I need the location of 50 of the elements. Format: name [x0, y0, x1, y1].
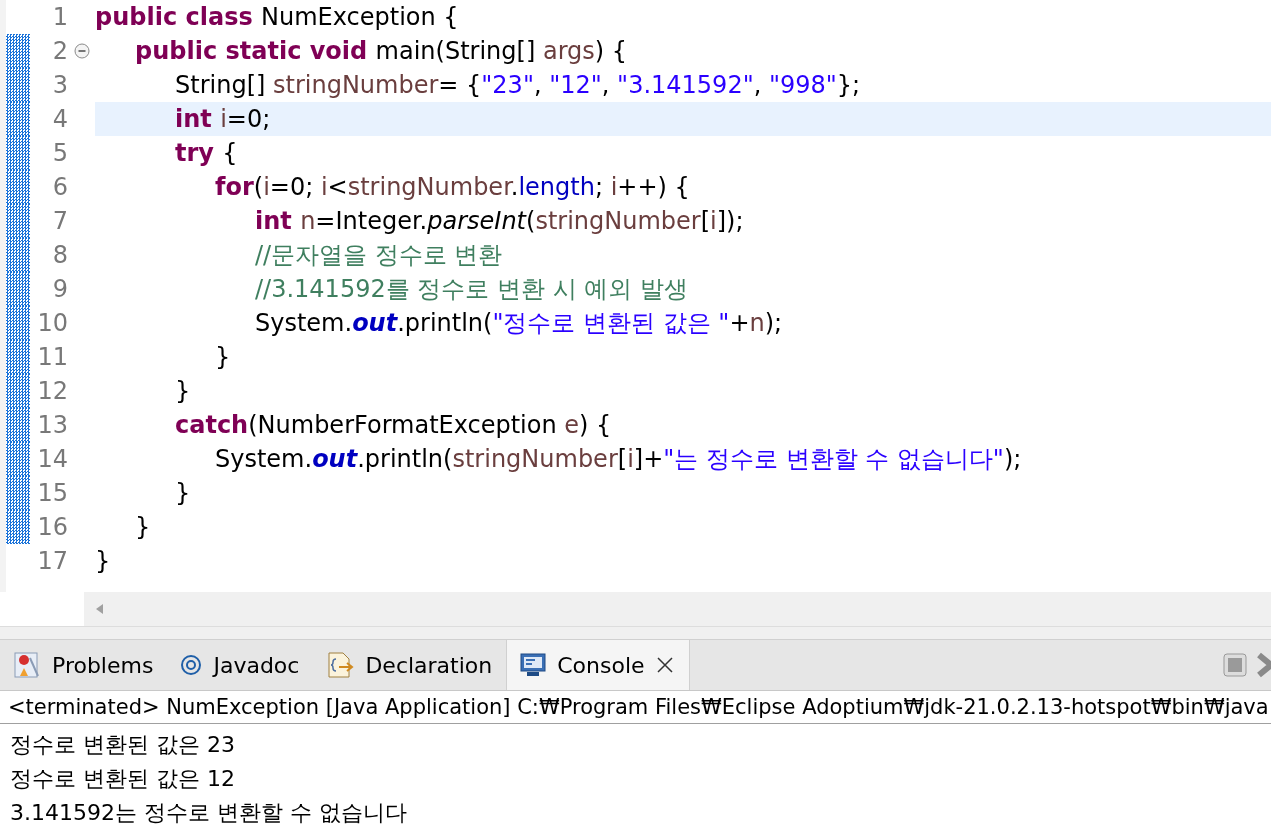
scroll-left-icon[interactable] [94, 603, 104, 615]
code-line: int n=Integer.parseInt(stringNumber[i]); [255, 206, 744, 237]
code-line: //3.141592를 정수로 변환 시 예외 발생 [255, 274, 688, 305]
code-line: System.out.println("정수로 변환된 값은 "+n); [255, 308, 783, 339]
line-number: 16 [36, 513, 68, 541]
panel-tab[interactable]: Javadoc [167, 640, 314, 690]
line-number: 13 [36, 411, 68, 439]
line-number: 6 [51, 173, 68, 201]
code-line: } [95, 546, 111, 577]
line-number: 15 [36, 479, 68, 507]
declaration-icon [325, 650, 356, 680]
remove-icon[interactable] [1257, 652, 1271, 678]
problems-icon [12, 650, 42, 680]
code-line: catch(NumberFormatException e) { [175, 410, 612, 441]
panel-tab[interactable]: Console [506, 640, 690, 690]
code-line: System.out.println(stringNumber[i]+"는 정수로 변환할 수 없습니다"); [215, 444, 1022, 475]
line-number: 14 [36, 445, 68, 473]
line-number: 8 [51, 241, 68, 269]
collapse-icon[interactable] [73, 43, 90, 59]
stop-icon[interactable] [1223, 653, 1247, 677]
panel-tab[interactable]: Problems [0, 640, 168, 690]
code-line: } [215, 342, 231, 373]
monitor-icon [519, 652, 548, 678]
code-line: } [175, 478, 191, 509]
console-output-line: 정수로 변환된 값은 12 [10, 765, 236, 793]
code-line: String[] stringNumber= {"23", "12", "3.141592", "998"}; [175, 70, 861, 101]
line-number: 4 [51, 105, 68, 133]
code-line: int i=0; [175, 104, 271, 135]
console-output-line: 정수로 변환된 값은 23 [10, 731, 236, 759]
code-line: public class NumException { [95, 2, 459, 33]
panel-tab[interactable]: Declaration [313, 640, 507, 690]
line-number: 5 [51, 139, 68, 167]
line-number: 3 [51, 71, 68, 99]
code-line: } [175, 376, 191, 407]
line-number: 1 [51, 3, 68, 31]
code-line: } [135, 512, 151, 543]
close-icon[interactable] [654, 655, 675, 675]
line-number: 2 [51, 37, 68, 65]
line-number: 12 [36, 377, 68, 405]
code-line: try { [175, 138, 238, 169]
console-output-line: 3.141592는 정수로 변환할 수 없습니다 [10, 799, 408, 827]
line-number: 17 [36, 547, 68, 575]
code-line: public static void main(String[] args) { [135, 36, 628, 67]
code-line: //문자열을 정수로 변환 [255, 240, 503, 271]
line-number: 9 [51, 275, 68, 303]
line-number: 10 [36, 309, 68, 337]
console-header: <terminated> NumException [Java Application] C:₩Program Files₩Eclipse Adoptium₩jdk-21.0.2.13-hotspot₩bin₩java [0, 691, 1271, 724]
line-number: 7 [51, 207, 68, 235]
line-number: 11 [36, 343, 68, 371]
code-line: for(i=0; i<stringNumber.length; i++) { [215, 172, 690, 203]
